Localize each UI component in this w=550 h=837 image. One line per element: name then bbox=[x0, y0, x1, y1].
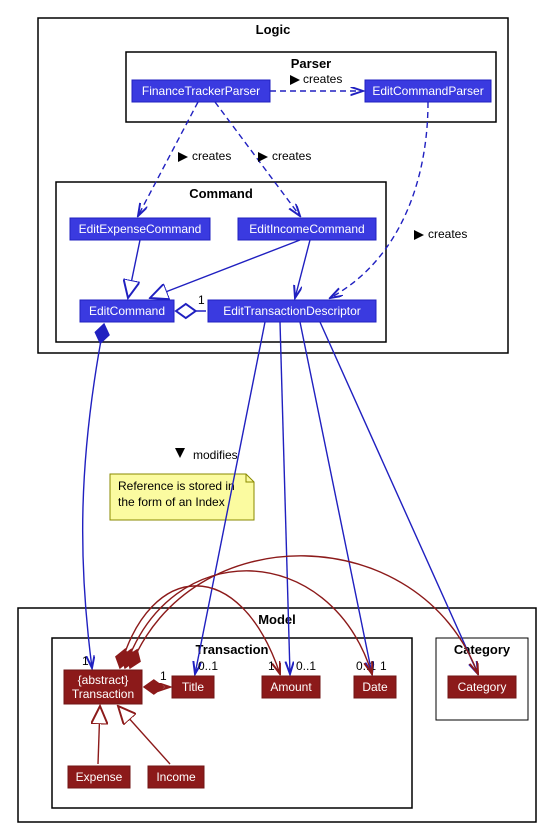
gen-eic-ec bbox=[150, 240, 300, 298]
model-title: Model bbox=[258, 612, 296, 627]
label-expense: Expense bbox=[76, 770, 123, 784]
model-package bbox=[18, 608, 536, 822]
command-title: Command bbox=[189, 186, 253, 201]
logic-title: Logic bbox=[256, 22, 291, 37]
parser-title: Parser bbox=[291, 56, 331, 71]
mult-t-title: 1 bbox=[160, 669, 167, 683]
mult-ec-trans: 1 bbox=[82, 654, 89, 668]
mult-date: 0..1 bbox=[356, 659, 376, 673]
nav-etd-category bbox=[320, 322, 478, 674]
creates-label-1: creates bbox=[303, 72, 342, 86]
dep-ecp-to-etd bbox=[330, 102, 428, 298]
mult-1-etd: 1 bbox=[198, 293, 205, 307]
label-edit-command: EditCommand bbox=[89, 304, 165, 318]
category-title: Category bbox=[454, 642, 511, 657]
label-income: Income bbox=[156, 770, 196, 784]
nav-etd-date bbox=[300, 322, 372, 674]
label-amount: Amount bbox=[270, 680, 312, 694]
gen-exp-trans bbox=[98, 706, 100, 764]
gen-inc-trans bbox=[118, 706, 170, 764]
transaction-title: Transaction bbox=[196, 642, 269, 657]
comp-trans-category bbox=[130, 556, 478, 674]
mult-amount: 0..1 bbox=[296, 659, 316, 673]
creates-label-3: creates bbox=[272, 149, 311, 163]
mult-t-amount: 1 bbox=[268, 659, 275, 673]
note-line2: the form of an Index bbox=[118, 495, 225, 509]
label-finance-tracker-parser: FinanceTrackerParser bbox=[142, 84, 260, 98]
label-edit-expense-command: EditExpenseCommand bbox=[79, 222, 202, 236]
label-edit-income-command: EditIncomeCommand bbox=[249, 222, 364, 236]
modifies-label: modifies bbox=[193, 448, 238, 462]
label-edit-transaction-descriptor: EditTransactionDescriptor bbox=[223, 304, 361, 318]
label-category: Category bbox=[458, 680, 507, 694]
mult-title: 0..1 bbox=[198, 659, 218, 673]
comp-ec-trans bbox=[83, 324, 104, 668]
label-abstract-2: Transaction bbox=[72, 687, 134, 701]
creates-label-2: creates bbox=[192, 149, 231, 163]
label-title: Title bbox=[182, 680, 205, 694]
mult-t-date: 1 bbox=[380, 659, 387, 673]
label-abstract-1: {abstract} bbox=[78, 673, 129, 687]
uml-diagram: Logic Parser FinanceTrackerParser EditCo… bbox=[0, 0, 550, 837]
gen-eec-ec bbox=[128, 240, 140, 298]
label-edit-command-parser: EditCommandParser bbox=[372, 84, 483, 98]
dep-eic-etd bbox=[295, 240, 310, 298]
label-date: Date bbox=[362, 680, 388, 694]
note-line1: Reference is stored in bbox=[118, 479, 235, 493]
creates-label-4: creates bbox=[428, 227, 467, 241]
comp-trans-date bbox=[125, 571, 372, 674]
